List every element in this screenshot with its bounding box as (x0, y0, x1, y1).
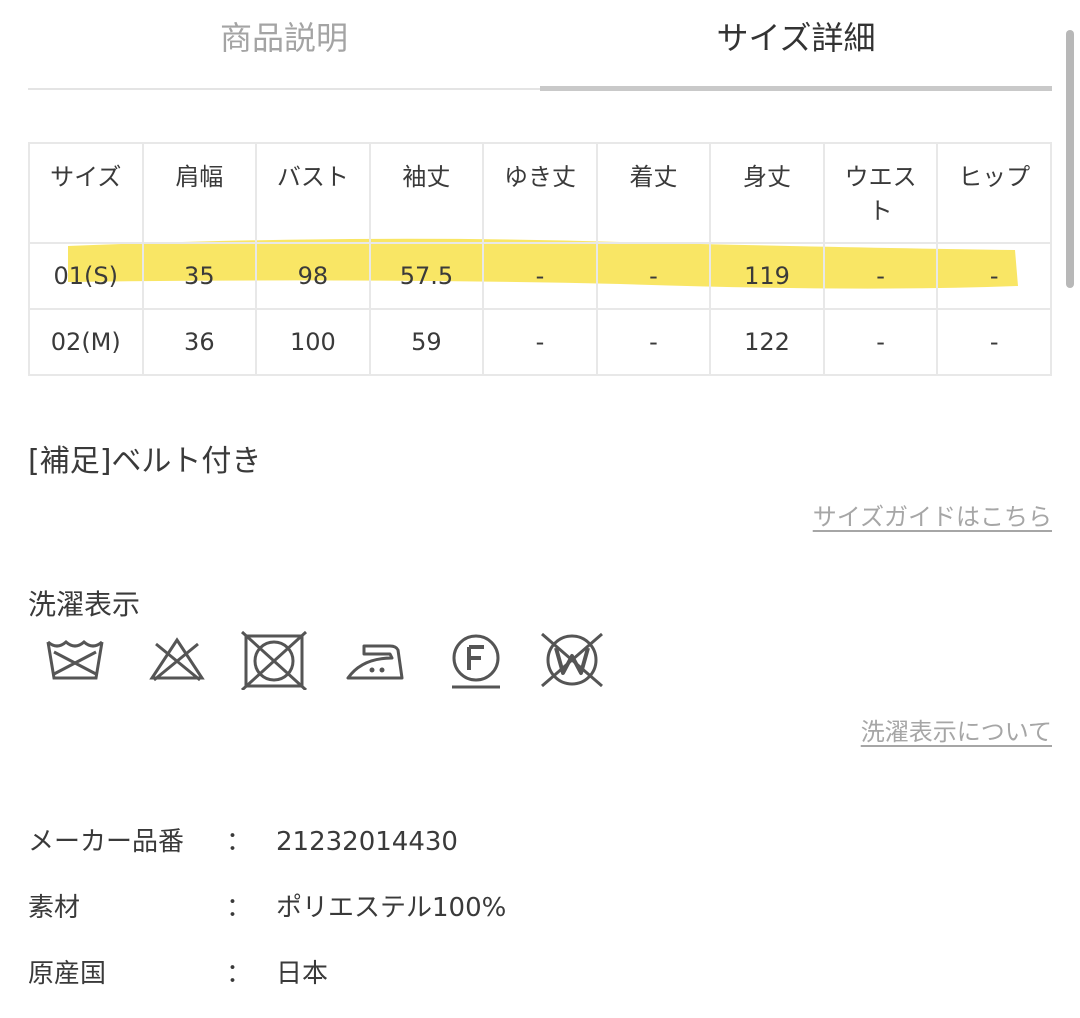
tab-bar: 商品説明 サイズ詳細 (28, 0, 1052, 92)
spec-row-material: 素材 ： ポリエステル100% (28, 886, 828, 952)
care-label-about-link[interactable]: 洗濯表示について (861, 712, 1052, 747)
tab-active-indicator (540, 86, 1052, 91)
table-row: 02(M) 36 100 59 - - 122 - - (28, 308, 1052, 376)
spec-row-manufacturer-code: メーカー品番 ： 21232014430 (28, 820, 828, 886)
table-cell: 35 (141, 242, 258, 310)
header-shoulder: 肩幅 (141, 142, 258, 244)
product-specs: メーカー品番 ： 21232014430 素材 ： ポリエステル100% 原産国… (28, 820, 828, 1018)
spec-value: 日本 (276, 959, 329, 989)
supplement-note: [補足]ベルト付き (28, 444, 262, 479)
header-length: 着丈 (595, 142, 712, 244)
spec-value: ポリエステル100% (276, 893, 507, 923)
table-cell: - (936, 242, 1052, 310)
header-bust: バスト (255, 142, 371, 244)
table-cell: 01(S) (28, 242, 144, 310)
no-wet-clean-icon (541, 632, 603, 688)
header-waist: ウエスト (822, 142, 939, 244)
table-cell: 122 (709, 308, 825, 376)
table-header-row: サイズ 肩幅 バスト 袖丈 ゆき丈 着丈 身丈 ウエスト ヒップ (28, 142, 1052, 244)
table-cell: - (822, 308, 939, 376)
table-cell: 57.5 (368, 242, 485, 310)
care-label-heading: 洗濯表示 (28, 588, 141, 621)
table-cell: 59 (368, 308, 485, 376)
hand-wash-icon (46, 639, 104, 680)
table-cell: - (822, 242, 939, 310)
table-cell: - (595, 308, 712, 376)
table-cell: - (936, 308, 1052, 376)
spec-value: 21232014430 (276, 827, 458, 857)
dry-clean-f-icon (452, 634, 500, 689)
spec-label: 素材 (28, 893, 81, 923)
header-hip: ヒップ (936, 142, 1052, 244)
table-cell: 36 (141, 308, 258, 376)
tab-underline (28, 88, 540, 90)
size-table: サイズ 肩幅 バスト 袖丈 ゆき丈 着丈 身丈 ウエスト ヒップ 01(S) 3… (28, 142, 1052, 376)
header-yuki: ゆき丈 (482, 142, 598, 244)
table-cell: 02(M) (28, 308, 144, 376)
spec-label: メーカー品番 (28, 827, 185, 857)
spec-separator: ： (226, 893, 253, 923)
table-cell: 119 (709, 242, 825, 310)
iron-low-icon (346, 644, 404, 680)
header-sleeve: 袖丈 (368, 142, 485, 244)
table-cell: - (482, 242, 598, 310)
size-guide-link[interactable]: サイズガイドはこちら (813, 497, 1052, 532)
spec-separator: ： (226, 959, 253, 989)
spec-row-origin: 原産国 ： 日本 (28, 952, 828, 1018)
no-bleach-icon (149, 637, 205, 682)
table-cell: - (595, 242, 712, 310)
table-cell: - (482, 308, 598, 376)
spec-separator: ： (226, 827, 253, 857)
no-tumble-dry-icon (240, 630, 308, 690)
spec-label: 原産国 (28, 959, 107, 989)
header-body-length: 身丈 (709, 142, 825, 244)
table-row: 01(S) 35 98 57.5 - - 119 - - (28, 242, 1052, 310)
header-size: サイズ (28, 142, 144, 244)
tab-product-description[interactable]: 商品説明 (28, 14, 540, 62)
table-cell: 98 (255, 242, 371, 310)
tab-size-details[interactable]: サイズ詳細 (540, 14, 1052, 62)
scrollbar[interactable] (1066, 30, 1074, 288)
table-cell: 100 (255, 308, 371, 376)
